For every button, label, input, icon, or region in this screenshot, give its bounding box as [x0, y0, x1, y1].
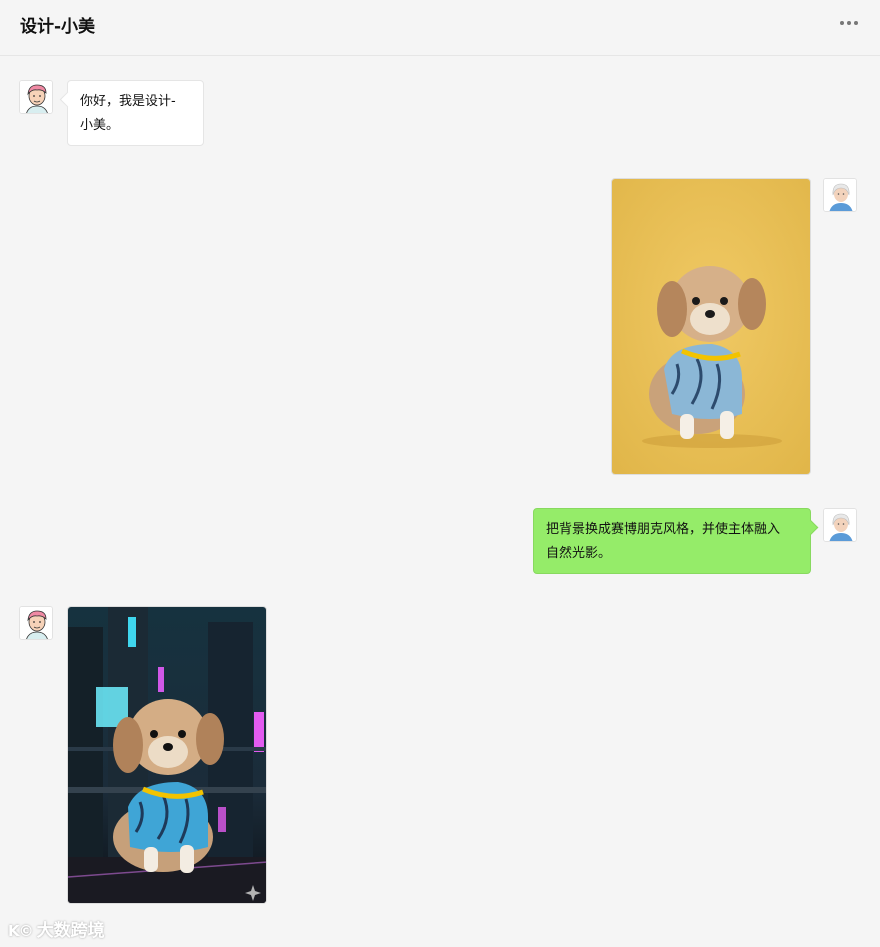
- chat-header: 设计-小美: [0, 0, 880, 56]
- bot-message-greeting: 你好，我是设计- 小美。: [67, 80, 204, 146]
- dog-photo-cyberpunk-icon: [68, 607, 266, 903]
- bot-avatar[interactable]: [19, 80, 53, 114]
- watermark-text: 大数跨境: [36, 921, 105, 941]
- more-options-icon[interactable]: [840, 20, 858, 26]
- chat-title: 设计-小美: [20, 17, 96, 37]
- message-line: 你好，我是设计-: [80, 94, 176, 109]
- user-uploaded-image[interactable]: [611, 178, 811, 475]
- bot-avatar[interactable]: [19, 606, 53, 640]
- watermark: K© 大数跨境: [8, 916, 105, 941]
- bot-generated-image[interactable]: [67, 606, 267, 904]
- dog-photo-yellow-icon: [612, 179, 810, 474]
- message-line: 小美。: [80, 118, 120, 133]
- user-avatar[interactable]: [823, 508, 857, 542]
- user-avatar[interactable]: [823, 178, 857, 212]
- message-line: 把背景换成赛博朋克风格，并使主体融入: [546, 522, 781, 537]
- message-line: 自然光影。: [546, 546, 612, 561]
- user-message-prompt: 把背景换成赛博朋克风格，并使主体融入 自然光影。: [533, 508, 811, 574]
- watermark-logo: K©: [8, 922, 34, 940]
